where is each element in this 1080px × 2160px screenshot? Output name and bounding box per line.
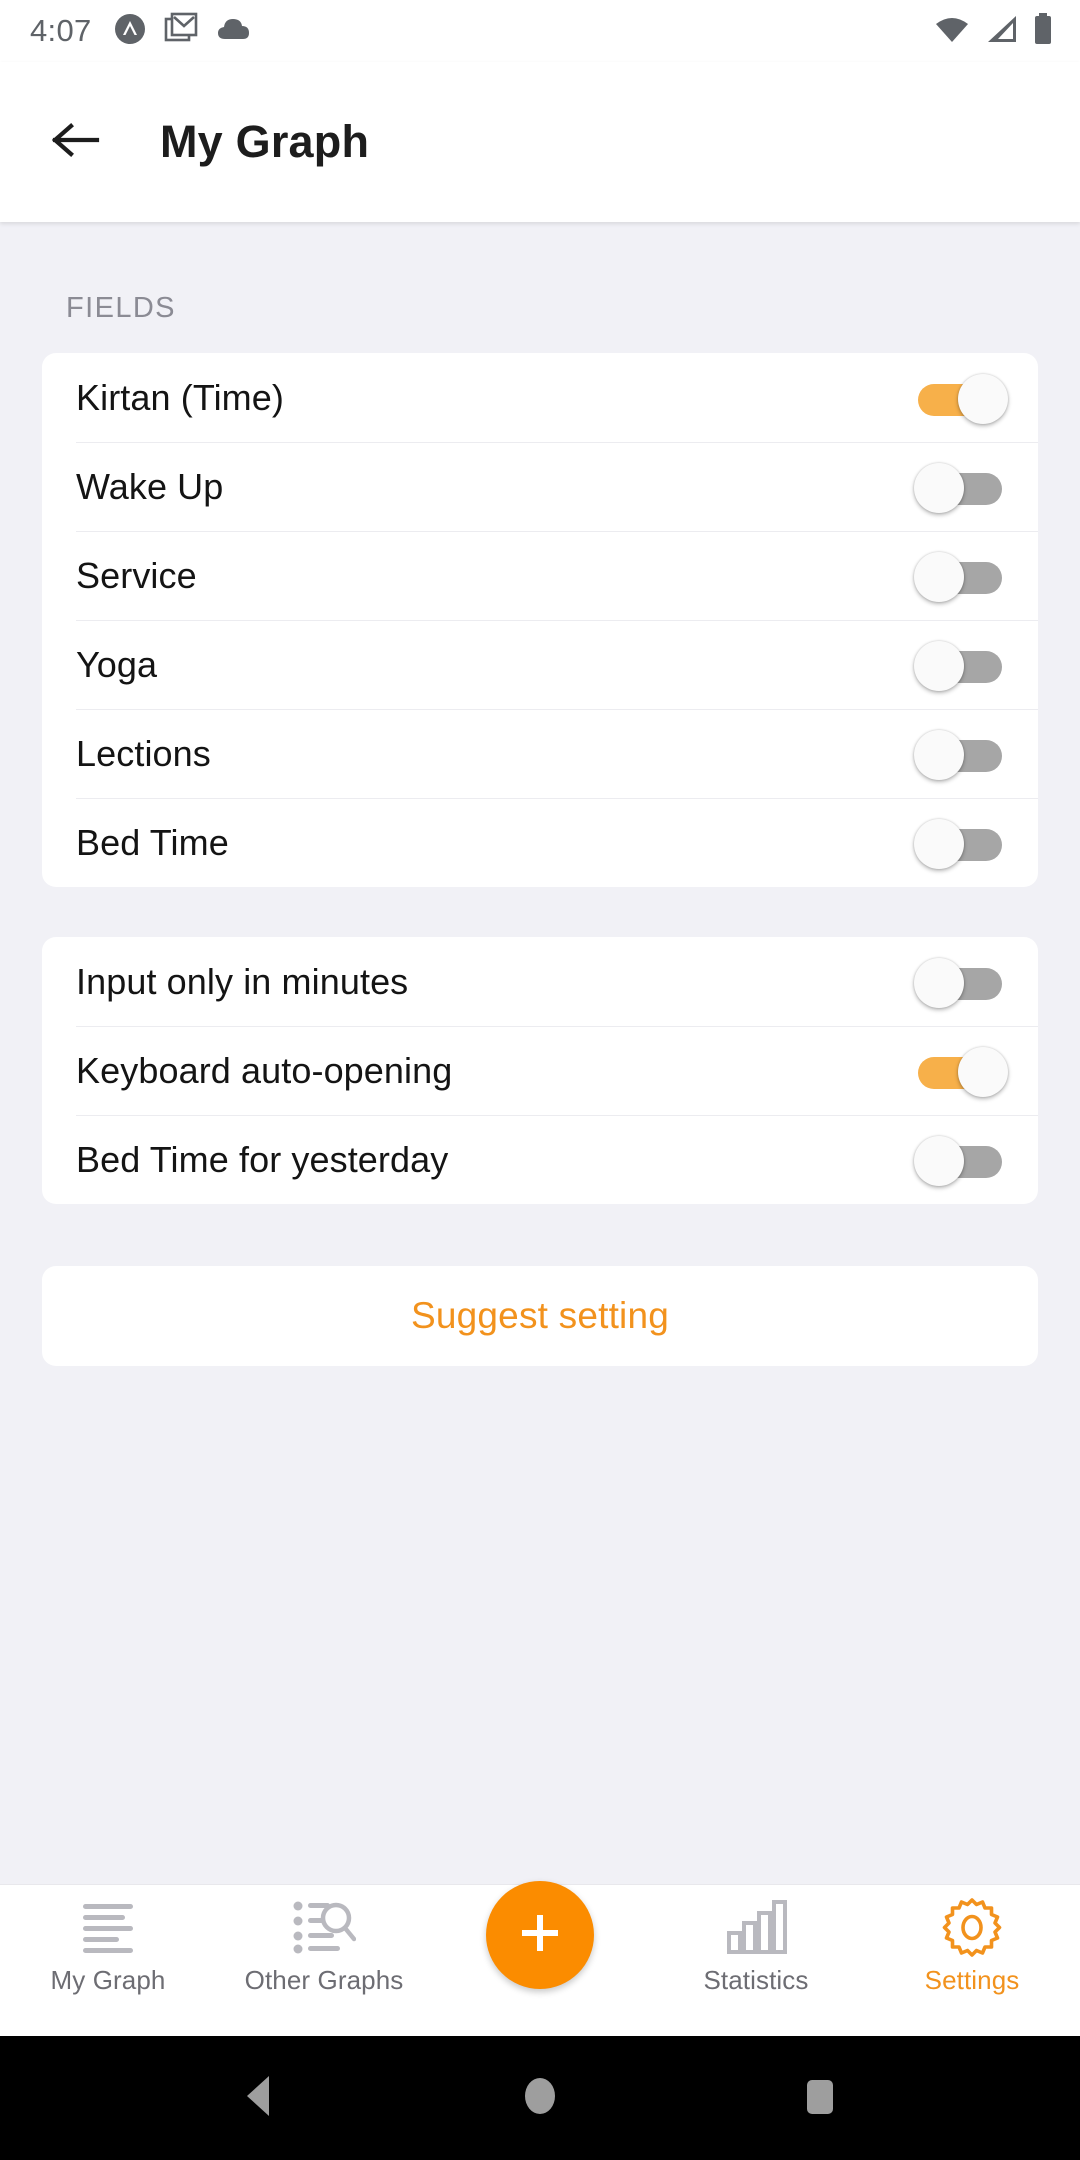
toggle-thumb <box>958 1046 1008 1097</box>
nav-item-statistics[interactable]: Statistics <box>648 1885 864 2036</box>
field-toggle-wake-up[interactable] <box>914 461 1008 513</box>
nav-item-add[interactable] <box>432 1881 648 2036</box>
page-title: My Graph <box>160 116 370 167</box>
back-triangle-icon <box>237 2072 283 2125</box>
field-label: Service <box>76 554 197 596</box>
field-label: Lections <box>76 732 211 774</box>
add-fab-button[interactable] <box>486 1881 594 1989</box>
plus-icon <box>514 1907 566 1964</box>
field-label: Yoga <box>76 643 158 685</box>
battery-icon <box>1032 12 1054 51</box>
toggle-thumb <box>914 551 964 602</box>
nav-label: Settings <box>924 1965 1020 1995</box>
lines-list-icon <box>77 1899 139 1955</box>
field-label: Wake Up <box>76 465 224 507</box>
arrow-left-icon <box>49 118 101 167</box>
field-toggle-lections[interactable] <box>914 728 1008 780</box>
android-back-button[interactable] <box>215 2053 305 2143</box>
status-notification-icons <box>114 12 252 51</box>
toggle-thumb <box>914 1135 964 1186</box>
field-row-lections[interactable]: Lections <box>42 709 1038 798</box>
field-row-yoga[interactable]: Yoga <box>42 620 1038 709</box>
option-toggle-input-minutes[interactable] <box>914 956 1008 1008</box>
field-row-wake-up[interactable]: Wake Up <box>42 442 1038 531</box>
nav-item-settings[interactable]: Settings <box>864 1885 1080 2036</box>
fields-section-label: FIELDS <box>66 292 176 324</box>
option-label: Keyboard auto-opening <box>76 1049 453 1091</box>
gear-icon <box>941 1898 1003 1957</box>
option-row-input-minutes[interactable]: Input only in minutes <box>42 937 1038 1026</box>
option-toggle-bed-time-yesterday[interactable] <box>914 1134 1008 1186</box>
android-system-nav <box>0 2036 1080 2160</box>
status-time: 4:07 <box>30 13 92 48</box>
settings-content: FIELDS Kirtan (Time) Wake Up Service Yog… <box>0 222 1080 1884</box>
recents-square-icon <box>799 2072 841 2125</box>
nav-label: Other Graphs <box>244 1965 404 1995</box>
cloud-icon <box>216 15 252 48</box>
cellular-signal-icon <box>984 14 1018 49</box>
wifi-icon <box>934 14 970 49</box>
field-row-kirtan[interactable]: Kirtan (Time) <box>42 353 1038 442</box>
list-search-icon <box>292 1899 356 1955</box>
toggle-thumb <box>914 640 964 691</box>
field-label: Bed Time <box>76 821 229 863</box>
field-toggle-yoga[interactable] <box>914 639 1008 691</box>
nav-item-other-graphs[interactable]: Other Graphs <box>216 1885 432 2036</box>
toggle-thumb <box>914 729 964 780</box>
bar-chart-icon <box>725 1899 787 1955</box>
option-label: Input only in minutes <box>76 960 409 1002</box>
option-label: Bed Time for yesterday <box>76 1138 449 1180</box>
field-toggle-kirtan[interactable] <box>914 372 1008 424</box>
options-card: Input only in minutes Keyboard auto-open… <box>42 937 1038 1204</box>
nav-label: Statistics <box>703 1965 809 1995</box>
suggest-setting-button[interactable]: Suggest setting <box>42 1266 1038 1366</box>
app-screen: 4:07 My Graph FIELDS Kirtan (Time) Wake … <box>0 0 1080 2160</box>
option-toggle-keyboard-auto-opening[interactable] <box>914 1045 1008 1097</box>
suggest-setting-label: Suggest setting <box>410 1295 670 1336</box>
toggle-thumb <box>914 462 964 513</box>
status-system-icons <box>934 12 1054 51</box>
toggle-thumb <box>958 373 1008 424</box>
back-button[interactable] <box>42 109 108 175</box>
field-row-bed-time[interactable]: Bed Time <box>42 798 1038 887</box>
android-recents-button[interactable] <box>775 2053 865 2143</box>
field-toggle-service[interactable] <box>914 550 1008 602</box>
nav-label: My Graph <box>50 1965 166 1995</box>
field-row-service[interactable]: Service <box>42 531 1038 620</box>
bottom-navigation: My Graph Other Graphs Statistics Setting… <box>0 1881 1080 2036</box>
option-row-bed-time-yesterday[interactable]: Bed Time for yesterday <box>42 1115 1038 1204</box>
home-circle-icon <box>518 2072 562 2125</box>
circle-caret-badge-icon <box>114 13 146 50</box>
field-toggle-bed-time[interactable] <box>914 817 1008 869</box>
app-bar: My Graph <box>0 62 1080 222</box>
android-home-button[interactable] <box>495 2053 585 2143</box>
toggle-thumb <box>914 957 964 1008</box>
option-row-keyboard-auto-opening[interactable]: Keyboard auto-opening <box>42 1026 1038 1115</box>
fields-card: Kirtan (Time) Wake Up Service Yoga Lecti… <box>42 353 1038 887</box>
gmail-icon <box>164 12 198 51</box>
nav-item-my-graph[interactable]: My Graph <box>0 1885 216 2036</box>
field-label: Kirtan (Time) <box>76 376 284 418</box>
toggle-thumb <box>914 818 964 869</box>
status-bar: 4:07 <box>0 0 1080 62</box>
